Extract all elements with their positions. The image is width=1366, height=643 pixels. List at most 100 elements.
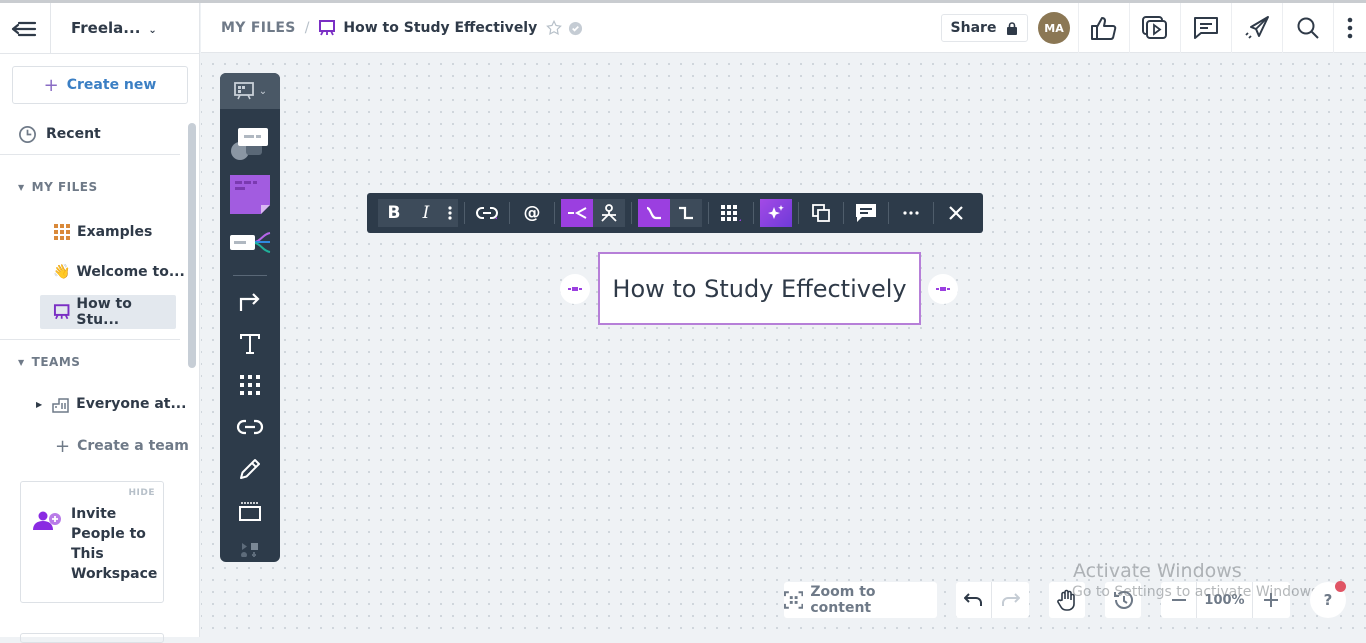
divider xyxy=(843,202,844,224)
bold-button[interactable]: B xyxy=(378,199,410,227)
node-style-button[interactable] xyxy=(715,199,747,227)
create-team-button[interactable]: + Create a team xyxy=(55,435,189,457)
node-format-toolbar: B I @ xyxy=(367,193,983,233)
link-icon xyxy=(476,207,498,219)
mention-button[interactable]: @ xyxy=(516,199,548,227)
text-tool[interactable] xyxy=(220,328,280,360)
grid-dots-icon xyxy=(721,205,741,221)
more-menu-button[interactable] xyxy=(1333,3,1366,53)
divider xyxy=(888,202,889,224)
collapse-handle-icon xyxy=(568,287,582,291)
link-icon xyxy=(236,419,264,435)
add-node-left-handle[interactable] xyxy=(560,274,590,304)
tree-layout-icon xyxy=(601,204,617,222)
search-button[interactable] xyxy=(1282,3,1333,53)
create-new-label: Create new xyxy=(66,77,157,93)
user-avatar[interactable]: MA xyxy=(1038,12,1070,44)
sidebar-item-recent[interactable]: Recent xyxy=(18,124,101,144)
italic-button[interactable]: I xyxy=(410,199,442,227)
building-icon xyxy=(52,397,69,413)
sidebar-item-welcome[interactable]: 👋 Welcome to... xyxy=(53,261,185,283)
invite-text: Invite People to This Workspace xyxy=(71,506,158,582)
divider xyxy=(753,202,754,224)
hide-button[interactable]: HIDE xyxy=(129,488,156,498)
mind-map-tool[interactable] xyxy=(220,225,280,261)
present-button[interactable] xyxy=(1129,3,1180,53)
divider xyxy=(798,202,799,224)
board-type-selector[interactable]: ⌄ xyxy=(220,73,280,109)
redo-button[interactable] xyxy=(992,582,1028,618)
sparkle-icon xyxy=(768,205,784,219)
comments-button[interactable] xyxy=(1180,3,1231,53)
close-toolbar-button[interactable] xyxy=(940,199,972,227)
help-button[interactable]: ? xyxy=(1310,581,1346,618)
section-my-files[interactable]: ▼ MY FILES xyxy=(18,180,98,194)
table-tool[interactable] xyxy=(220,369,280,401)
collapse-handle-icon xyxy=(936,287,950,291)
ai-assist-button[interactable] xyxy=(760,199,792,227)
section-teams[interactable]: ▼ TEAMS xyxy=(18,355,80,369)
history-button[interactable] xyxy=(1105,582,1141,618)
collapse-sidebar-button[interactable] xyxy=(10,17,40,41)
like-button[interactable] xyxy=(1078,3,1129,53)
plus-icon: + xyxy=(43,74,59,96)
pen-tool[interactable] xyxy=(220,453,280,485)
caret-right-icon[interactable]: ▶ xyxy=(36,400,42,409)
star-icon[interactable] xyxy=(545,19,563,37)
share-button[interactable]: Share xyxy=(941,14,1028,42)
sidebar: Freela... ⌄ + Create new Recent ▼ MY FILES … xyxy=(0,3,200,643)
connector-tool[interactable] xyxy=(220,285,280,317)
layout-tree-button[interactable] xyxy=(593,199,625,227)
sticky-note-tool[interactable] xyxy=(220,171,280,217)
zoom-level[interactable]: 100% xyxy=(1197,582,1253,618)
chevron-down-icon: ⌄ xyxy=(258,85,268,97)
divider xyxy=(631,202,632,224)
elbow-lines-button[interactable] xyxy=(670,199,702,227)
sidebar-item-examples[interactable]: Examples xyxy=(53,221,152,243)
close-icon xyxy=(949,206,963,220)
breadcrumb-my-files[interactable]: MY FILES xyxy=(221,20,296,36)
sidebar-item-everyone[interactable]: ▶ Everyone at... xyxy=(36,393,186,415)
divider xyxy=(708,202,709,224)
item-label: Everyone at... xyxy=(76,396,187,412)
italic-icon: I xyxy=(422,203,430,223)
zoom-to-content-button[interactable]: Zoom to content xyxy=(784,582,937,618)
more-tools-button[interactable] xyxy=(220,539,280,559)
undo-button[interactable] xyxy=(956,582,992,618)
text-options-button[interactable] xyxy=(442,199,458,227)
vertical-dots-icon xyxy=(448,206,452,220)
mind-map-root-node[interactable]: How to Study Effectively xyxy=(598,252,921,325)
link-button[interactable] xyxy=(471,199,503,227)
item-label: Welcome to... xyxy=(76,264,185,280)
sidebar-header: Freela... ⌄ xyxy=(0,3,199,54)
add-node-right-handle[interactable] xyxy=(928,274,958,304)
sidebar-scrollbar[interactable] xyxy=(188,123,196,368)
zoom-out-button[interactable] xyxy=(1161,582,1197,618)
send-button[interactable] xyxy=(1231,3,1282,53)
undo-redo-group xyxy=(956,582,1029,618)
add-user-icon xyxy=(33,511,61,530)
divider xyxy=(0,154,180,155)
workspace-switcher[interactable]: Freela... ⌄ xyxy=(71,19,157,37)
divider xyxy=(233,275,267,276)
canvas[interactable] xyxy=(201,54,1366,637)
link-tool[interactable] xyxy=(220,411,280,443)
shapes-tool[interactable] xyxy=(220,121,280,163)
invite-card[interactable]: HIDE Invite People to This Workspace xyxy=(20,481,164,603)
zoom-in-button[interactable] xyxy=(1253,582,1289,618)
more-tools-icon xyxy=(241,543,258,557)
document-title[interactable]: How to Study Effectively xyxy=(343,20,537,36)
redo-icon xyxy=(1002,593,1020,606)
sidebar-item-how-to-study[interactable]: How to Stu... xyxy=(40,295,176,329)
more-options-button[interactable] xyxy=(895,199,927,227)
layout-branch-button[interactable] xyxy=(561,199,593,227)
divider xyxy=(0,339,180,340)
curved-lines-button[interactable] xyxy=(638,199,670,227)
duplicate-button[interactable] xyxy=(805,199,837,227)
thumbs-up-icon xyxy=(1091,17,1117,40)
frame-tool[interactable] xyxy=(220,495,280,527)
add-comment-button[interactable] xyxy=(850,199,882,227)
breadcrumb-separator: / xyxy=(304,20,310,36)
pan-tool-button[interactable] xyxy=(1049,582,1085,618)
create-new-button[interactable]: + Create new xyxy=(12,66,188,104)
